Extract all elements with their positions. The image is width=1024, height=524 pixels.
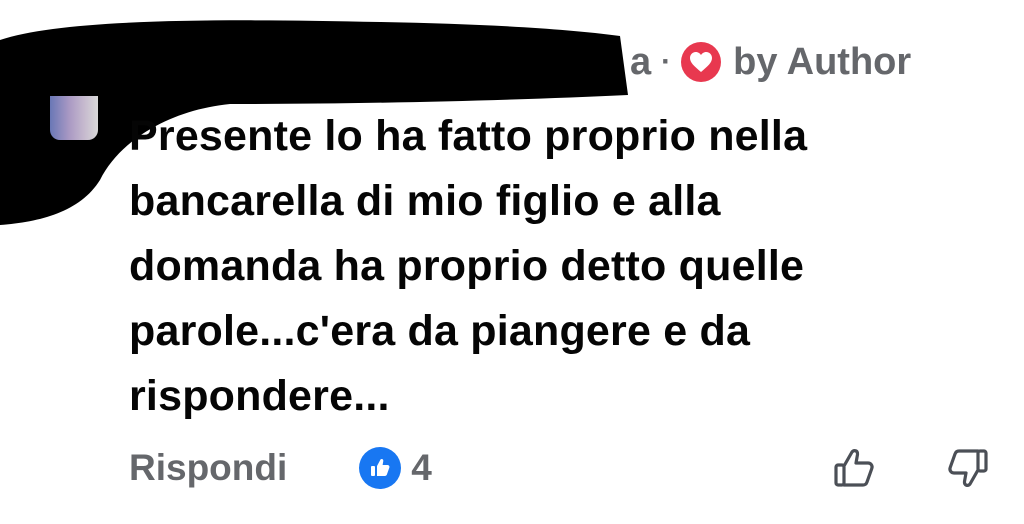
liked-by-author-label: by Author bbox=[733, 40, 912, 83]
comment-line: rispondere... bbox=[129, 372, 390, 420]
comment-line: bancarella di mio figlio e alla bbox=[129, 177, 721, 225]
comment-actions: Rispondi 4 bbox=[129, 438, 989, 498]
thumbs-up-icon[interactable] bbox=[833, 446, 877, 490]
thumbs-down-icon[interactable] bbox=[945, 446, 989, 490]
comment-line: parole...c'era da piangere e da bbox=[129, 307, 751, 355]
avatar-partial bbox=[50, 96, 98, 140]
heart-icon bbox=[681, 42, 722, 82]
reactions-summary[interactable]: 4 bbox=[359, 447, 432, 489]
like-icon bbox=[359, 447, 402, 489]
comment-header: a · by Author bbox=[630, 38, 911, 86]
comment-line: Presente lo ha fatto proprio nella bbox=[129, 112, 808, 160]
reaction-count: 4 bbox=[411, 447, 432, 488]
author-name-fragment[interactable]: a bbox=[630, 41, 651, 84]
comment-line: domanda ha proprio detto quelle bbox=[129, 242, 805, 290]
comment-text: Presente lo ha fatto proprio nella banca… bbox=[129, 104, 1009, 429]
reply-button[interactable]: Rispondi bbox=[129, 447, 287, 489]
vote-controls bbox=[833, 446, 989, 490]
separator-dot: · bbox=[661, 45, 672, 78]
